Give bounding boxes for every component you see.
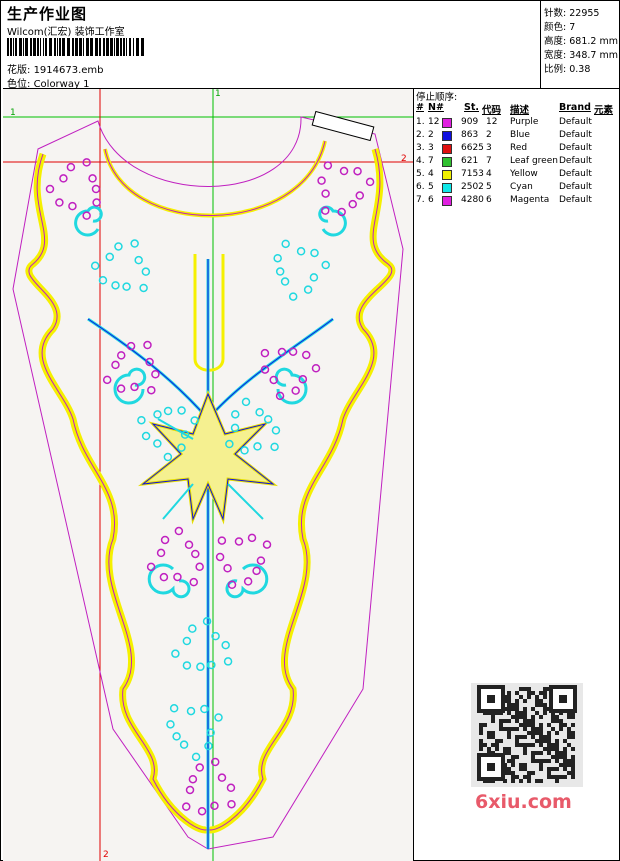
row-desc: Leaf green <box>510 156 558 166</box>
stat-scale: 比例: 0.38 <box>544 64 591 75</box>
guide-label: 1 <box>10 108 16 118</box>
design-file-line: 花版: 1914673.emb <box>7 61 104 76</box>
row-stitches: 863 <box>461 130 479 140</box>
stat-width: 宽度: 348.7 mm <box>544 50 618 61</box>
row-stitches: 909 <box>461 117 479 127</box>
page-title: 生产作业图 <box>7 5 88 23</box>
col-header-element: 元素 <box>594 105 614 116</box>
row-desc: Yellow <box>510 169 538 179</box>
row-code: 3 <box>486 143 492 153</box>
row-num: 7. <box>416 195 425 205</box>
design-canvas: 1 1 2 2 <box>3 89 414 861</box>
row-num: 1. <box>416 117 425 127</box>
row-stitches: 4280 <box>461 195 484 205</box>
color-swatch <box>442 196 452 206</box>
row-stitches: 621 <box>461 156 479 166</box>
color-swatch <box>442 131 452 141</box>
embroidery-drawing: 1 1 2 2 <box>3 89 413 861</box>
right-border-purple <box>207 148 393 831</box>
row-brand: Default <box>559 143 592 153</box>
left-vine <box>87 317 210 420</box>
row-needle: 2 <box>428 130 434 140</box>
row-brand: Default <box>559 156 592 166</box>
sequence-row: 5. 4 7153 4 Yellow Default <box>414 169 620 182</box>
row-brand: Default <box>559 130 592 140</box>
row-code: 2 <box>486 130 492 140</box>
col-header-desc: 描述 <box>510 105 530 116</box>
hoop-marker <box>311 110 375 142</box>
row-desc: Cyan <box>510 182 533 192</box>
row-stitches: 2502 <box>461 182 484 192</box>
row-num: 3. <box>416 143 425 153</box>
neckline-yellow <box>103 140 327 218</box>
color-swatch <box>442 183 452 193</box>
row-num: 2. <box>416 130 425 140</box>
header-panel: 生产作业图 Wilcom(汇宏) 装饰工作室 花版: 1914673.emb 色… <box>3 1 541 90</box>
row-code: 5 <box>486 182 492 192</box>
row-brand: Default <box>559 195 592 205</box>
right-vine <box>206 317 334 420</box>
row-needle: 12 <box>428 117 440 127</box>
neckline-purple <box>104 140 326 216</box>
row-needle: 7 <box>428 156 434 166</box>
left-border-yellow <box>25 152 211 834</box>
guide-label: 2 <box>103 850 109 860</box>
row-desc: Purple <box>510 117 539 127</box>
sequence-row: 6. 5 2502 5 Cyan Default <box>414 182 620 195</box>
guide-label: 1 <box>215 89 221 99</box>
row-num: 6. <box>416 182 425 192</box>
sequence-row: 2. 2 863 2 Blue Default <box>414 130 620 143</box>
row-code: 7 <box>486 156 492 166</box>
colorway-line: 色位: Colorway 1 <box>7 75 89 90</box>
stats-panel: 针数: 22955 颜色: 7 高度: 681.2 mm 宽度: 348.7 m… <box>541 1 620 89</box>
watermark-site: 6xiu.com <box>475 791 572 813</box>
stat-height: 高度: 681.2 mm <box>544 36 618 47</box>
row-desc: Red <box>510 143 528 153</box>
row-needle: 6 <box>428 195 434 205</box>
color-swatch <box>442 157 452 167</box>
sequence-row: 3. 3 6625 3 Red Default <box>414 143 620 156</box>
row-needle: 4 <box>428 169 434 179</box>
row-stitches: 7153 <box>461 169 484 179</box>
row-code: 6 <box>486 195 492 205</box>
row-needle: 5 <box>428 182 434 192</box>
row-needle: 3 <box>428 143 434 153</box>
row-stitches: 6625 <box>461 143 484 153</box>
qr-code <box>471 683 583 787</box>
row-brand: Default <box>559 117 592 127</box>
row-num: 4. <box>416 156 425 166</box>
row-code: 12 <box>486 117 498 127</box>
worksheet-page: 生产作业图 Wilcom(汇宏) 装饰工作室 花版: 1914673.emb 色… <box>0 0 620 861</box>
right-border-yellow <box>205 147 396 834</box>
guide-label: 2 <box>401 154 407 164</box>
col-header-brand: Brand <box>559 102 591 113</box>
color-swatch <box>442 144 452 154</box>
stat-stitches: 针数: 22955 <box>544 8 600 19</box>
sequence-title: 停止顺序: <box>416 92 458 103</box>
row-num: 5. <box>416 169 425 179</box>
sequence-row: 1. 12 909 12 Purple Default <box>414 117 620 130</box>
color-swatch <box>442 170 452 180</box>
left-border-purple <box>28 153 209 831</box>
row-code: 4 <box>486 169 492 179</box>
row-desc: Magenta <box>510 195 550 205</box>
company-name: Wilcom(汇宏) 装饰工作室 <box>7 27 125 38</box>
col-header-num: # <box>416 102 424 113</box>
col-header-n: N# <box>428 102 444 113</box>
barcode <box>7 38 144 56</box>
row-brand: Default <box>559 182 592 192</box>
sequence-row: 4. 7 621 7 Leaf green Default <box>414 156 620 169</box>
row-brand: Default <box>559 169 592 179</box>
row-desc: Blue <box>510 130 530 140</box>
col-header-code: 代码 <box>482 105 502 116</box>
col-header-stitches: St. <box>464 102 479 113</box>
sequence-row: 7. 6 4280 6 Magenta Default <box>414 195 620 208</box>
stat-colors: 颜色: 7 <box>544 22 576 33</box>
color-swatch <box>442 118 452 128</box>
